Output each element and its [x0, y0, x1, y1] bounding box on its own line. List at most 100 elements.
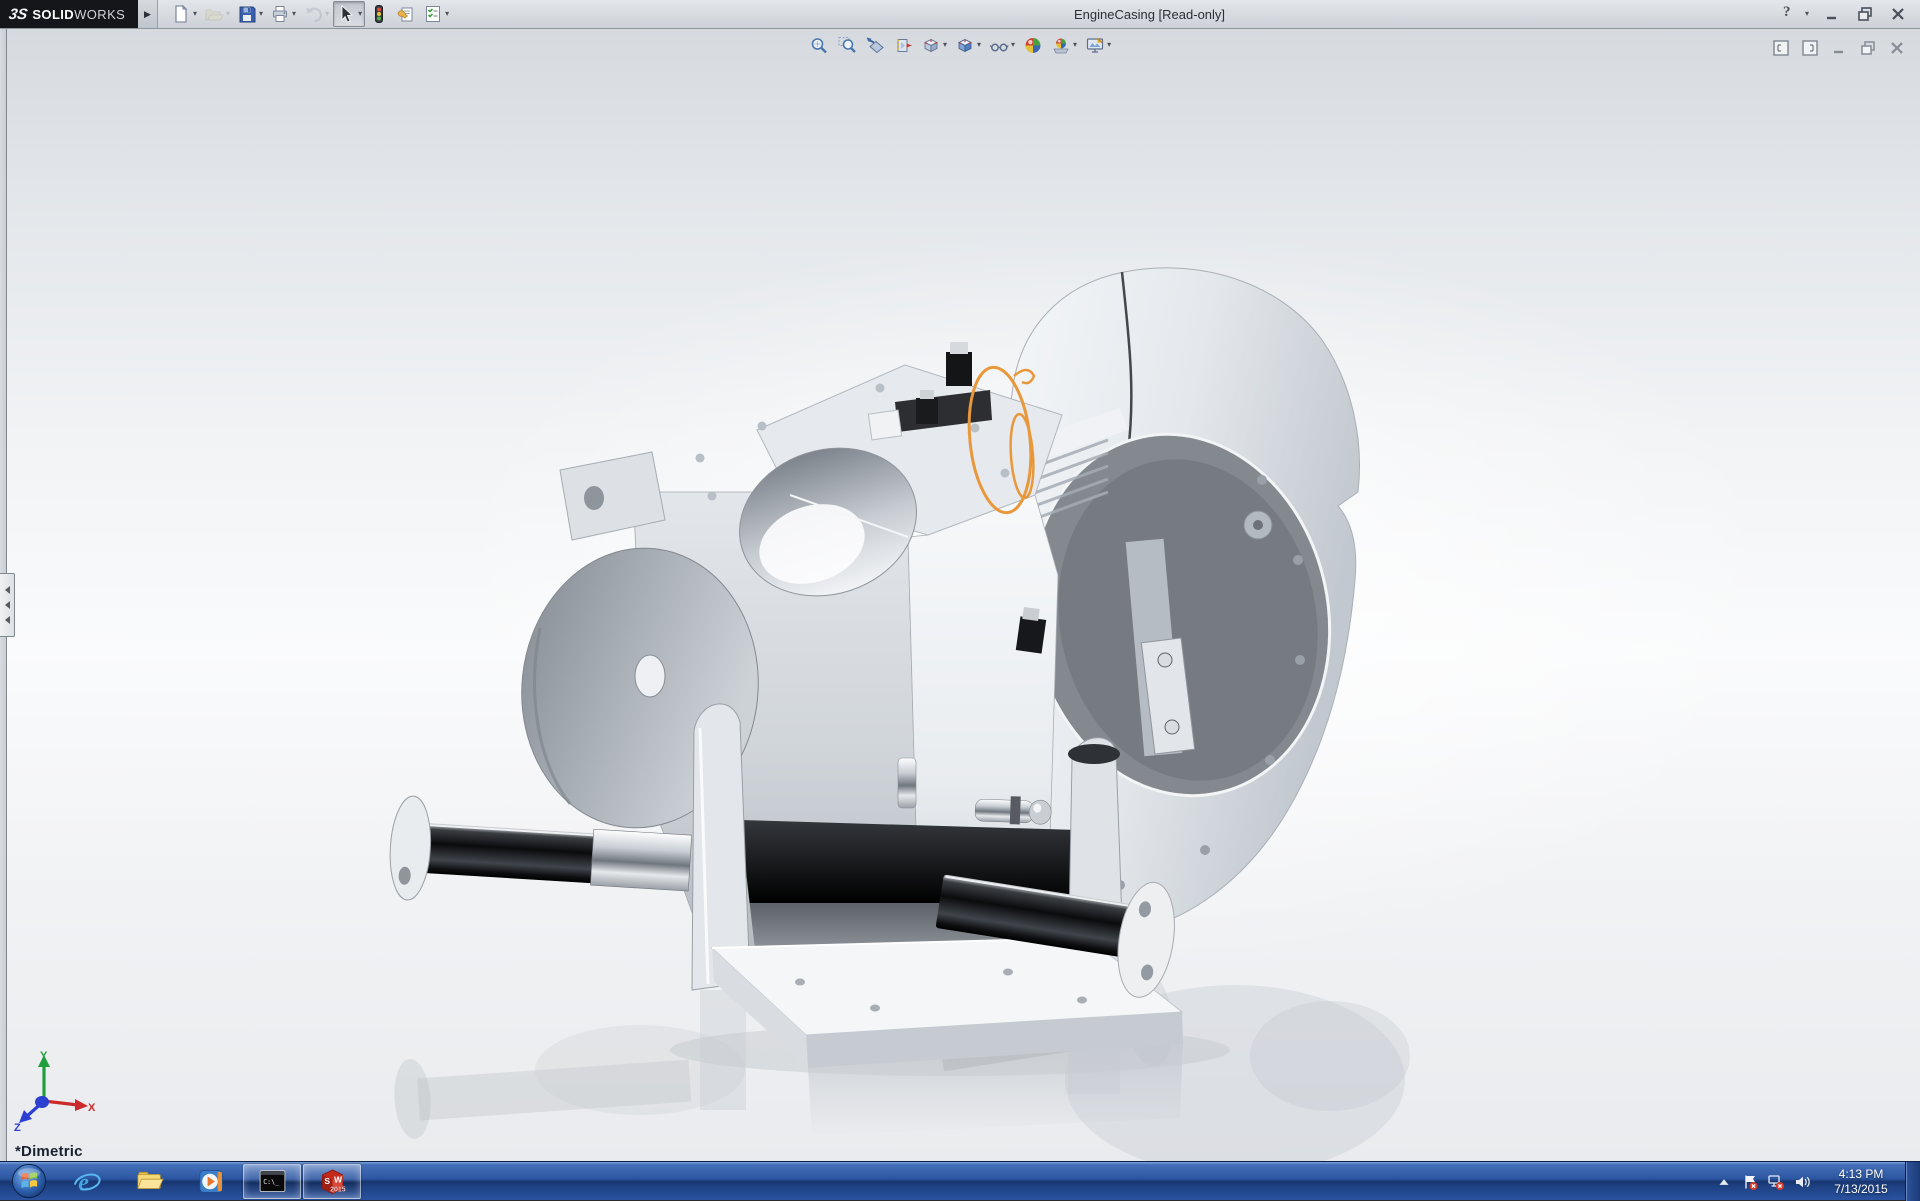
previous-view-button[interactable]	[862, 32, 888, 58]
close-document-button[interactable]	[1886, 35, 1908, 61]
print-dropdown[interactable]: ▾	[292, 10, 296, 18]
restore-document-button[interactable]	[1857, 35, 1879, 61]
restore-window-icon	[1855, 4, 1875, 24]
triad-x-label: X	[88, 1102, 96, 1114]
view-settings-button[interactable]: ▾	[1082, 32, 1114, 58]
open-dropdown[interactable]: ▾	[226, 10, 230, 18]
start-button[interactable]	[2, 1162, 56, 1200]
collapse-arrow-icon	[5, 586, 10, 594]
heads-up-view-toolbar: ▾ ▾ ▾ ▾ ▾	[806, 32, 1114, 58]
main-toolbar: ▾ ▾ ▾ ▾ ▾ ▾ ▾	[168, 1, 452, 27]
menu-expand-arrow[interactable]: ▶	[138, 0, 158, 28]
view-orientation-button[interactable]: ▾	[918, 32, 950, 58]
display-style-dropdown[interactable]: ▾	[977, 41, 981, 49]
solidworks-2015-button[interactable]: SW2015	[303, 1164, 361, 1199]
view-orientation-dropdown[interactable]: ▾	[943, 41, 947, 49]
brand-name-light: WORKS	[74, 7, 125, 22]
system-tray: 4:13 PM 7/13/2015	[1711, 1162, 1920, 1201]
triad-y-label: Y	[40, 1050, 48, 1062]
expand-display-pane-button[interactable]	[1799, 35, 1821, 61]
svg-text:W: W	[334, 1174, 343, 1184]
help-dropdown[interactable]: ▾	[1805, 10, 1809, 18]
brand-name-bold: SOLID	[32, 7, 74, 22]
command-prompt-button[interactable]: C:\_	[243, 1164, 301, 1199]
open-button: ▾	[201, 1, 233, 27]
minimize-document-icon	[1829, 38, 1849, 58]
svg-text:2015: 2015	[330, 1186, 346, 1193]
show-hidden-icons-icon[interactable]	[1715, 1173, 1733, 1191]
file-properties-button[interactable]	[393, 1, 419, 27]
clock-time: 4:13 PM	[1823, 1167, 1899, 1182]
help-button[interactable]: ?▾	[1781, 1, 1811, 27]
windows-media-player-button[interactable]	[180, 1162, 242, 1200]
document-window-controls	[1770, 35, 1908, 61]
start-icon	[10, 1162, 48, 1200]
expand-featuremanager-button[interactable]	[1770, 35, 1792, 61]
display-style-button[interactable]: ▾	[952, 32, 984, 58]
undo-dropdown[interactable]: ▾	[325, 10, 329, 18]
apply-scene-dropdown[interactable]: ▾	[1073, 41, 1077, 49]
options-icon	[423, 4, 443, 24]
print-button[interactable]: ▾	[267, 1, 299, 27]
help-icon: ?	[1783, 4, 1803, 24]
rebuild-button[interactable]	[366, 1, 392, 27]
print-icon	[270, 4, 290, 24]
expand-display-pane-icon	[1800, 38, 1820, 58]
select-button[interactable]: ▾	[333, 1, 365, 27]
file-explorer-button[interactable]	[118, 1162, 180, 1200]
edit-appearance-icon	[1023, 35, 1043, 55]
view-orientation-label: *Dimetric	[15, 1143, 83, 1160]
section-view-button[interactable]	[890, 32, 916, 58]
save-icon	[237, 4, 257, 24]
file-explorer-icon	[134, 1166, 165, 1197]
file-properties-icon	[396, 4, 416, 24]
zoom-to-area-button[interactable]	[834, 32, 860, 58]
minimize-window-icon	[1822, 4, 1842, 24]
solidworks-window: 3S SOLID WORKS ▶ ▾ ▾ ▾ ▾ ▾ ▾ ▾ EngineCasing [R…	[0, 0, 1920, 1200]
command-prompt-icon: C:\_	[257, 1166, 288, 1197]
solidworks-logo: 3S SOLID WORKS	[0, 0, 138, 28]
featuremanager-collapsed-tab[interactable]	[0, 573, 15, 637]
restore-window-button[interactable]	[1853, 1, 1877, 27]
taskbar-apps: eC:\_SW2015	[2, 1162, 362, 1200]
windows-taskbar: eC:\_SW2015 4:13 PM 7/13/2015	[0, 1161, 1920, 1200]
action-center-icon[interactable]	[1741, 1173, 1759, 1191]
zoom-to-fit-icon	[809, 35, 829, 55]
select-dropdown[interactable]: ▾	[358, 10, 362, 18]
display-style-icon	[955, 35, 975, 55]
engine-casing-model[interactable]	[0, 28, 1920, 1161]
hide-show-items-dropdown[interactable]: ▾	[1011, 41, 1015, 49]
clock-date: 7/13/2015	[1823, 1182, 1899, 1197]
close-window-icon	[1888, 4, 1908, 24]
open-icon	[204, 4, 224, 24]
3ds-logo-mark: 3S	[8, 6, 29, 23]
apply-scene-button[interactable]: ▾	[1048, 32, 1080, 58]
network-status-icon[interactable]	[1767, 1173, 1785, 1191]
new-document-dropdown[interactable]: ▾	[193, 10, 197, 18]
edit-appearance-button[interactable]	[1020, 32, 1046, 58]
minimize-document-button[interactable]	[1828, 35, 1850, 61]
triad-z-label: Z	[14, 1122, 21, 1133]
minimize-window-button[interactable]	[1820, 1, 1844, 27]
internet-explorer-button[interactable]: e	[56, 1162, 118, 1200]
internet-explorer-icon: e	[72, 1166, 103, 1197]
undo-button: ▾	[300, 1, 332, 27]
options-button[interactable]: ▾	[420, 1, 452, 27]
show-desktop-button[interactable]	[1905, 1162, 1920, 1201]
new-document-button[interactable]: ▾	[168, 1, 200, 27]
taskbar-clock[interactable]: 4:13 PM 7/13/2015	[1823, 1167, 1899, 1197]
title-bar: 3S SOLID WORKS ▶ ▾ ▾ ▾ ▾ ▾ ▾ ▾ EngineCasing [R…	[0, 0, 1920, 29]
restore-document-icon	[1858, 38, 1878, 58]
close-window-button[interactable]	[1886, 1, 1910, 27]
new-document-icon	[171, 4, 191, 24]
graphics-viewport[interactable]: ▾ ▾ ▾ ▾ ▾ Y X Z *Dimetric	[0, 28, 1920, 1161]
save-button[interactable]: ▾	[234, 1, 266, 27]
document-title: EngineCasing [Read-only]	[1074, 7, 1225, 22]
view-settings-icon	[1085, 35, 1105, 55]
hide-show-items-button[interactable]: ▾	[986, 32, 1018, 58]
zoom-to-fit-button[interactable]	[806, 32, 832, 58]
volume-icon[interactable]	[1793, 1173, 1811, 1191]
view-settings-dropdown[interactable]: ▾	[1107, 41, 1111, 49]
save-dropdown[interactable]: ▾	[259, 10, 263, 18]
options-dropdown[interactable]: ▾	[445, 10, 449, 18]
